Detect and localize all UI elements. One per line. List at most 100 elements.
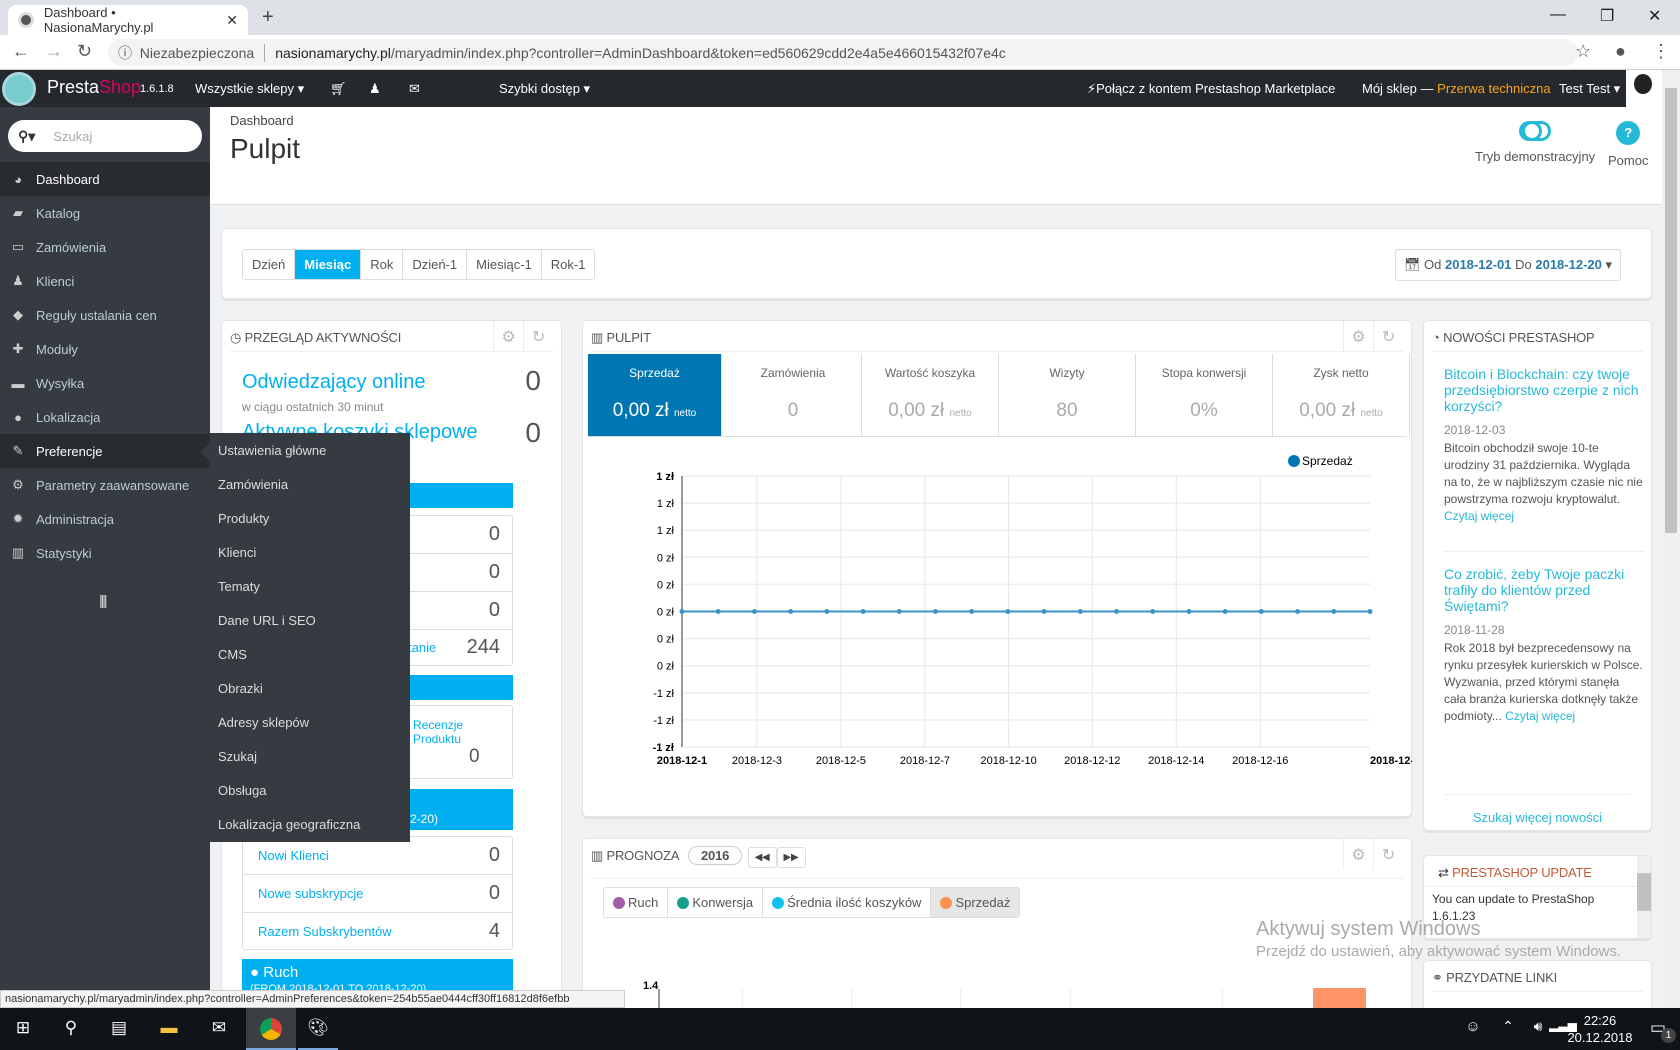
help-button[interactable]: ? Pomoc: [1608, 121, 1648, 168]
shop-selector[interactable]: Wszystkie sklepy ▾: [195, 81, 304, 97]
forecast-tab[interactable]: Ruch: [604, 888, 669, 917]
forecast-tab[interactable]: Konwersja: [668, 888, 764, 917]
mail-icon[interactable]: ✉: [409, 81, 420, 97]
kpi-tile[interactable]: Wartość koszyka 0,00 zł netto: [862, 354, 999, 436]
search-icon[interactable]: ⚲▾: [18, 128, 35, 145]
info-icon[interactable]: ⓘ: [118, 43, 140, 63]
submenu-item[interactable]: Lokalizacja geograficzna: [218, 817, 360, 832]
sidebar-item-lokalizacja[interactable]: ● Lokalizacja: [0, 400, 210, 434]
user-menu[interactable]: Test Test ▾: [1559, 81, 1620, 97]
sidebar-item-wysyłka[interactable]: ▬ Wysyłka: [0, 366, 210, 400]
data-point[interactable]: [1114, 609, 1120, 614]
data-point[interactable]: [932, 609, 938, 614]
data-point[interactable]: [896, 609, 902, 614]
data-point[interactable]: [751, 609, 757, 614]
sidebar-item-moduły[interactable]: ✚ Moduły: [0, 332, 210, 366]
data-point[interactable]: [715, 609, 721, 614]
submenu-item[interactable]: Tematy: [218, 579, 260, 594]
browser-tab[interactable]: Dashboard • NasionaMarychy.pl ✕: [8, 5, 248, 35]
profile-icon[interactable]: ●: [1615, 41, 1626, 62]
data-point[interactable]: [1186, 609, 1192, 614]
data-point[interactable]: [1005, 609, 1011, 614]
submenu-item[interactable]: Klienci: [218, 545, 256, 560]
kpi-tile[interactable]: Wizyty 80: [999, 354, 1136, 436]
start-icon[interactable]: ⊞: [0, 1008, 46, 1050]
data-point[interactable]: [1041, 609, 1047, 614]
refresh-icon[interactable]: ↻: [523, 321, 553, 352]
customer-icon[interactable]: ♟: [369, 81, 381, 97]
customer-stat-link[interactable]: Nowi Klienci: [258, 848, 329, 863]
search-icon[interactable]: ⚲: [48, 1008, 94, 1050]
data-point[interactable]: [1258, 609, 1264, 614]
period-button[interactable]: Miesiąc-1: [467, 250, 542, 279]
period-button[interactable]: Rok-1: [541, 250, 595, 279]
forecast-tab[interactable]: Średnia ilość koszyków: [763, 888, 932, 917]
period-button[interactable]: Dzień: [243, 250, 296, 279]
customer-stat-link[interactable]: Razem Subskrybentów: [258, 924, 392, 939]
config-icon[interactable]: ⚙: [1343, 839, 1373, 870]
submenu-item[interactable]: Dane URL i SEO: [218, 613, 316, 628]
refresh-icon[interactable]: ↻: [1373, 839, 1403, 870]
submenu-item[interactable]: CMS: [218, 647, 247, 662]
cart-icon[interactable]: 🛒︎: [330, 81, 347, 97]
kpi-tile[interactable]: Sprzedaż 0,00 zł netto: [588, 354, 722, 436]
date-range-picker[interactable]: 📅︎ Od 2018-12-01 Do 2018-12-20 ▾: [1394, 249, 1621, 281]
breadcrumb[interactable]: Dashboard: [230, 113, 294, 128]
read-more-link[interactable]: Czytaj więcej: [1444, 509, 1514, 523]
quick-access-menu[interactable]: Szybki dostęp ▾: [499, 81, 590, 97]
back-icon[interactable]: ←: [12, 41, 30, 62]
sidebar-item-reguły-ustalania-cen[interactable]: ◆ Reguły ustalania cen: [0, 298, 210, 332]
data-point[interactable]: [788, 609, 794, 614]
read-more-link[interactable]: Czytaj więcej: [1505, 709, 1575, 723]
new-tab-button[interactable]: +: [262, 6, 274, 29]
prestashop-logo[interactable]: [2, 72, 36, 106]
data-point[interactable]: [1222, 609, 1228, 614]
news-title-link[interactable]: Bitcoin i Blockchain: czy twoje przedsię…: [1444, 366, 1644, 414]
submenu-item[interactable]: Szukaj: [218, 749, 257, 764]
sidebar-item-klienci[interactable]: ♟ Klienci: [0, 264, 210, 298]
data-point[interactable]: [824, 609, 830, 614]
data-point[interactable]: [860, 609, 866, 614]
browser-menu-icon[interactable]: ⋮: [1652, 41, 1670, 62]
submenu-item[interactable]: Obsługa: [218, 783, 266, 798]
avatar[interactable]: [1626, 70, 1662, 107]
sidebar-item-statystyki[interactable]: ▥ Statystyki: [0, 536, 210, 570]
update-scrollbar[interactable]: [1637, 856, 1651, 938]
legend-label[interactable]: Sprzedaż: [1302, 454, 1353, 468]
submenu-item[interactable]: Produkty: [218, 511, 269, 526]
kpi-tile[interactable]: Zysk netto 0,00 zł netto: [1273, 354, 1410, 436]
mail-app-icon[interactable]: ✉: [196, 1008, 242, 1050]
task-view-icon[interactable]: ▤: [96, 1008, 142, 1050]
customer-stat-link[interactable]: Nowe subskrypcje: [258, 886, 364, 901]
online-visitors-link[interactable]: Odwiedzający online: [242, 371, 425, 394]
kpi-tile[interactable]: Stopa konwersji 0%: [1136, 354, 1273, 436]
prev-year-button[interactable]: ◀◀: [747, 847, 777, 868]
data-point[interactable]: [969, 609, 975, 614]
sidebar-item-administracja[interactable]: ✹ Administracja: [0, 502, 210, 536]
submenu-item[interactable]: Adresy sklepów: [218, 715, 309, 730]
period-button[interactable]: Miesiąc: [295, 250, 362, 279]
close-window-button[interactable]: ✕: [1648, 6, 1661, 26]
submenu-item[interactable]: Ustawienia główne: [218, 443, 326, 458]
legend-dot-icon[interactable]: [1288, 455, 1300, 467]
config-icon[interactable]: ⚙: [1343, 321, 1373, 352]
chrome-icon[interactable]: [246, 1008, 296, 1050]
data-point[interactable]: [1077, 609, 1083, 614]
notifications-icon[interactable]: ▭ 1: [1635, 1008, 1680, 1050]
reviews-link[interactable]: Recenzje Produktu: [413, 718, 512, 746]
collapse-menu-icon[interactable]: ||||: [99, 592, 107, 608]
period-button[interactable]: Dzień-1: [403, 250, 468, 279]
demo-mode-button[interactable]: Tryb demonstracyjny: [1475, 121, 1595, 164]
period-button[interactable]: Rok: [361, 250, 404, 279]
submenu-item[interactable]: Obrazki: [218, 681, 263, 696]
close-tab-icon[interactable]: ✕: [226, 12, 238, 29]
reload-icon[interactable]: ↻: [77, 41, 92, 62]
marketplace-connect-link[interactable]: ⚡︎Połącz z kontem Prestashop Marketplace: [1087, 81, 1335, 97]
sidebar-item-dashboard[interactable]: ◕ Dashboard: [0, 162, 210, 196]
minimize-button[interactable]: —: [1550, 6, 1566, 24]
news-title-link[interactable]: Co zrobić, żeby Twoje paczki trafiły do …: [1444, 566, 1644, 614]
kpi-tile[interactable]: Zamówienia 0: [725, 354, 862, 436]
data-point[interactable]: [1150, 609, 1156, 614]
my-shop-link[interactable]: Mój sklep — Przerwa techniczna: [1362, 81, 1551, 96]
scrollbar-thumb[interactable]: [1665, 88, 1677, 533]
